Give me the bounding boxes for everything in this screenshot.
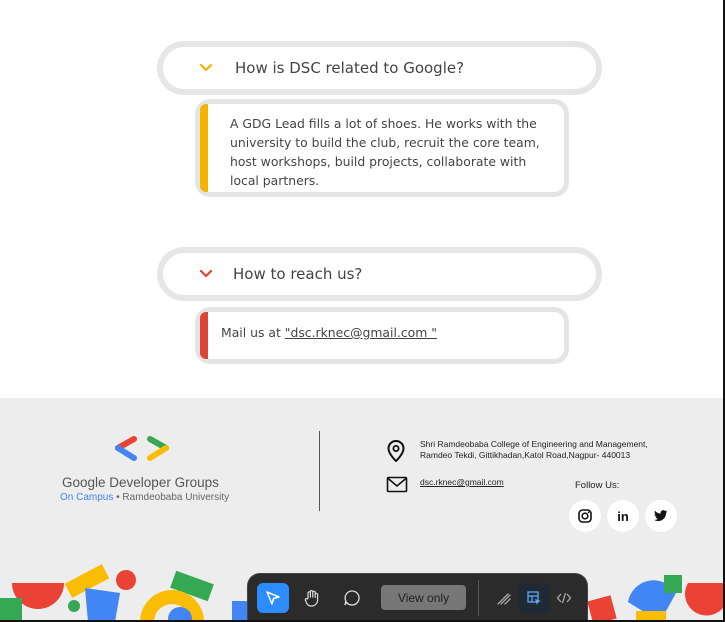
faq-answer-reach: Mail us at "dsc.rknec@gmail.com " [200, 312, 564, 359]
accent-bar [200, 312, 208, 359]
location-pin-icon [387, 440, 405, 462]
footer-email-link[interactable]: dsc.rknec@gmail.com [420, 477, 504, 487]
faq-question-google[interactable]: How is DSC related to Google? [163, 47, 596, 89]
brand-subtitle: On Campus • Ramdeobaba University [60, 492, 229, 503]
address-line-1: Shri Ramdeobaba College of Engineering a… [420, 439, 648, 449]
chevron-down-icon [199, 61, 213, 75]
comment-tool-button[interactable] [336, 583, 368, 613]
inspect-icon [527, 591, 541, 605]
footer-divider [319, 431, 320, 511]
address-line-2: Ramdeo Tekdi, Gittikhadan,Katol Road,Nag… [420, 450, 631, 460]
chevron-down-icon [199, 267, 213, 281]
bottom-toolbar: View only [248, 574, 587, 620]
faq-answer-text: A GDG Lead fills a lot of shoes. He work… [230, 116, 540, 188]
follow-us-label: Follow Us: [575, 480, 620, 491]
draw-icon [497, 593, 511, 605]
pointer-tool-button[interactable] [257, 583, 289, 613]
pointer-icon [266, 591, 280, 605]
hand-tool-button[interactable] [296, 583, 328, 613]
brand-sub-highlight: On Campus [60, 492, 114, 503]
toolbar-separator [478, 580, 479, 616]
code-icon [556, 592, 572, 604]
faq-question-text: How is DSC related to Google? [235, 59, 465, 77]
twitter-icon[interactable] [645, 500, 677, 532]
draw-tool-button[interactable] [488, 583, 520, 613]
instagram-icon[interactable] [569, 500, 601, 532]
brand-sub-rest: • Ramdeobaba University [113, 492, 230, 503]
view-only-button[interactable]: View only [381, 585, 466, 610]
email-link[interactable]: "dsc.rknec@gmail.com " [285, 325, 437, 340]
inspect-tool-button[interactable] [518, 583, 550, 613]
page-canvas: How is DSC related to Google? A GDG Lead… [0, 0, 725, 622]
linkedin-icon[interactable]: in [607, 500, 639, 532]
faq-answer-google: A GDG Lead fills a lot of shoes. He work… [200, 104, 564, 192]
code-tool-button[interactable] [548, 583, 580, 613]
brand-name: Google Developer Groups [62, 475, 219, 490]
envelope-icon [386, 476, 408, 493]
faq-question-text: How to reach us? [233, 265, 363, 283]
address-text: Shri Ramdeobaba College of Engineering a… [420, 439, 648, 461]
accent-bar [200, 104, 208, 192]
comment-icon [344, 590, 360, 606]
faq-question-reach[interactable]: How to reach us? [163, 253, 596, 295]
mail-prefix-text: Mail us at [221, 325, 285, 340]
linkedin-glyph: in [617, 508, 629, 524]
hand-icon [304, 590, 319, 607]
gdg-logo-icon [115, 436, 169, 461]
